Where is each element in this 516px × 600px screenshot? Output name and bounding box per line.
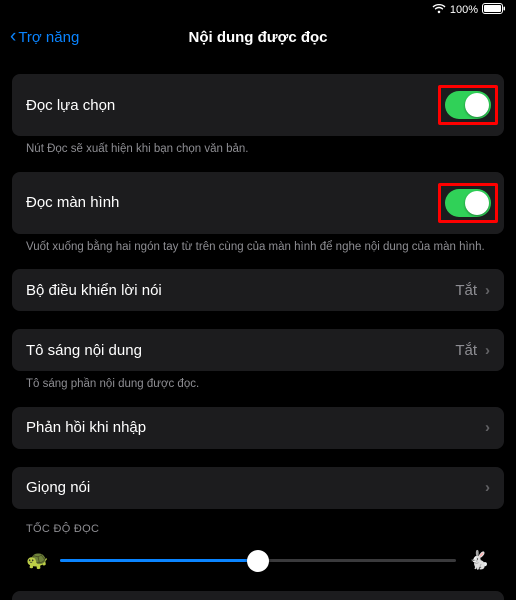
tortoise-icon: 🐢 xyxy=(26,550,48,571)
speak-screen-footer: Vuốt xuống bằng hai ngón tay từ trên cùn… xyxy=(12,234,504,256)
status-bar: 100% xyxy=(0,0,516,18)
speed-header: TỐC ĐỘ ĐỌC xyxy=(12,523,504,541)
cell-label: Phản hồi khi nhập xyxy=(26,419,146,436)
speak-selection-footer: Nút Đọc sẽ xuất hiện khi bạn chọn văn bả… xyxy=(12,136,504,158)
speaking-rate-slider[interactable] xyxy=(60,549,455,573)
battery-icon xyxy=(482,3,506,17)
cell-label: Tô sáng nội dung xyxy=(26,342,142,359)
cell-value: Tắt xyxy=(455,342,477,359)
back-label: Trợ năng xyxy=(18,29,79,46)
cell-label: Giọng nói xyxy=(26,479,90,496)
speak-selection-row[interactable]: Đọc lựa chọn xyxy=(12,74,504,136)
chevron-left-icon: ‹ xyxy=(10,27,16,46)
speaking-rate-row: 🐢 🐇 xyxy=(12,541,504,577)
chevron-right-icon: › xyxy=(485,419,490,436)
voices-row[interactable]: Giọng nói › xyxy=(12,467,504,509)
cell-label: Đọc màn hình xyxy=(26,194,119,211)
back-button[interactable]: ‹ Trợ năng xyxy=(10,28,79,47)
cell-label: Đọc lựa chọn xyxy=(26,97,115,114)
pronunciations-row[interactable]: Phát âm › xyxy=(12,591,504,600)
highlight-content-footer: Tô sáng phần nội dung được đọc. xyxy=(12,371,504,393)
highlight-content-row[interactable]: Tô sáng nội dung Tắt › xyxy=(12,329,504,371)
chevron-right-icon: › xyxy=(485,342,490,359)
speech-controller-row[interactable]: Bộ điều khiển lời nói Tắt › xyxy=(12,269,504,311)
speak-screen-row[interactable]: Đọc màn hình xyxy=(12,172,504,234)
nav-bar: ‹ Trợ năng Nội dung được đọc xyxy=(0,18,516,56)
annotation-highlight xyxy=(438,85,498,125)
speak-selection-toggle[interactable] xyxy=(445,91,491,119)
cell-label: Bộ điều khiển lời nói xyxy=(26,282,162,299)
wifi-icon xyxy=(432,4,446,17)
chevron-right-icon: › xyxy=(485,282,490,299)
annotation-highlight xyxy=(438,183,498,223)
typing-feedback-row[interactable]: Phản hồi khi nhập › xyxy=(12,407,504,449)
speak-screen-toggle[interactable] xyxy=(445,189,491,217)
cell-value: Tắt xyxy=(455,282,477,299)
chevron-right-icon: › xyxy=(485,479,490,496)
hare-icon: 🐇 xyxy=(468,550,490,571)
battery-percent: 100% xyxy=(450,4,478,16)
content: Đọc lựa chọn Nút Đọc sẽ xuất hiện khi bạ… xyxy=(0,56,516,600)
